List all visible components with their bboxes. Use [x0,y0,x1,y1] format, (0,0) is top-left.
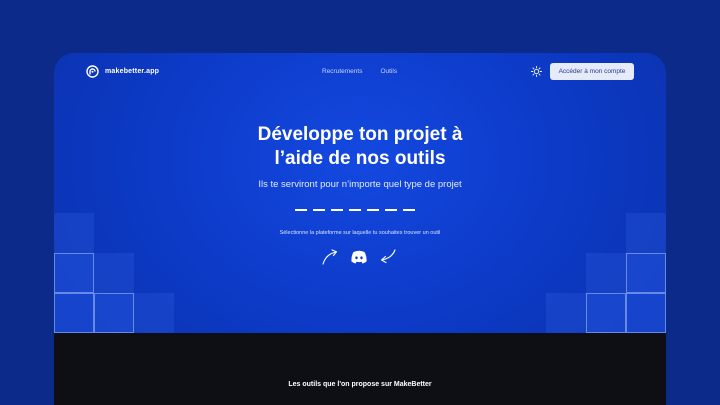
deco-square [626,293,666,333]
tools-section: Les outils que l'on propose sur MakeBett… [54,333,666,405]
dash [403,209,415,211]
theme-toggle-button[interactable] [530,65,542,77]
deco-square [626,213,666,253]
nav-link-recrutements[interactable]: Recrutements [322,68,362,75]
hero-title: Développe ton projet à l’aide de nos out… [54,123,666,171]
deco-square [546,293,586,333]
deco-square [54,213,94,253]
brand-logo[interactable]: makebetter.app [86,65,159,78]
curved-arrow-right-icon [322,249,338,265]
sun-icon [530,65,542,77]
dash [349,209,361,211]
dash [367,209,379,211]
dash [385,209,397,211]
deco-square [94,293,134,333]
dash [295,209,307,211]
discord-platform-button[interactable] [350,249,368,265]
brand-name: makebetter.app [105,68,160,75]
deco-square [54,293,94,333]
tools-section-title: Les outils que l'on propose sur MakeBett… [288,381,432,388]
deco-square [94,253,134,293]
dash [313,209,325,211]
account-access-button[interactable]: Accéder à mon compte [550,63,634,80]
platform-selector [320,246,400,268]
hero-title-line-2: l’aide de nos outils [274,148,446,169]
dash [331,209,343,211]
deco-square [134,293,174,333]
hero-title-line-1: Développe ton projet à [257,124,463,145]
nav-link-outils[interactable]: Outils [380,68,397,75]
deco-square [586,253,626,293]
page-frame: makebetter.app Recrutements Outils Accéd… [54,53,666,405]
dash-divider [295,209,415,211]
deco-square [626,253,666,293]
discord-icon [351,250,367,264]
logo-icon [86,65,99,78]
deco-square [586,293,626,333]
platform-label: Sélectionne la plateforme sur laquelle t… [279,230,441,236]
deco-square [54,253,94,293]
nav-links: Recrutements Outils [322,68,397,75]
top-navbar: makebetter.app Recrutements Outils Accéd… [54,53,666,91]
curved-arrow-left-icon [380,249,396,264]
hero-subtitle: Ils te serviront pour n’importe quel typ… [258,179,462,190]
